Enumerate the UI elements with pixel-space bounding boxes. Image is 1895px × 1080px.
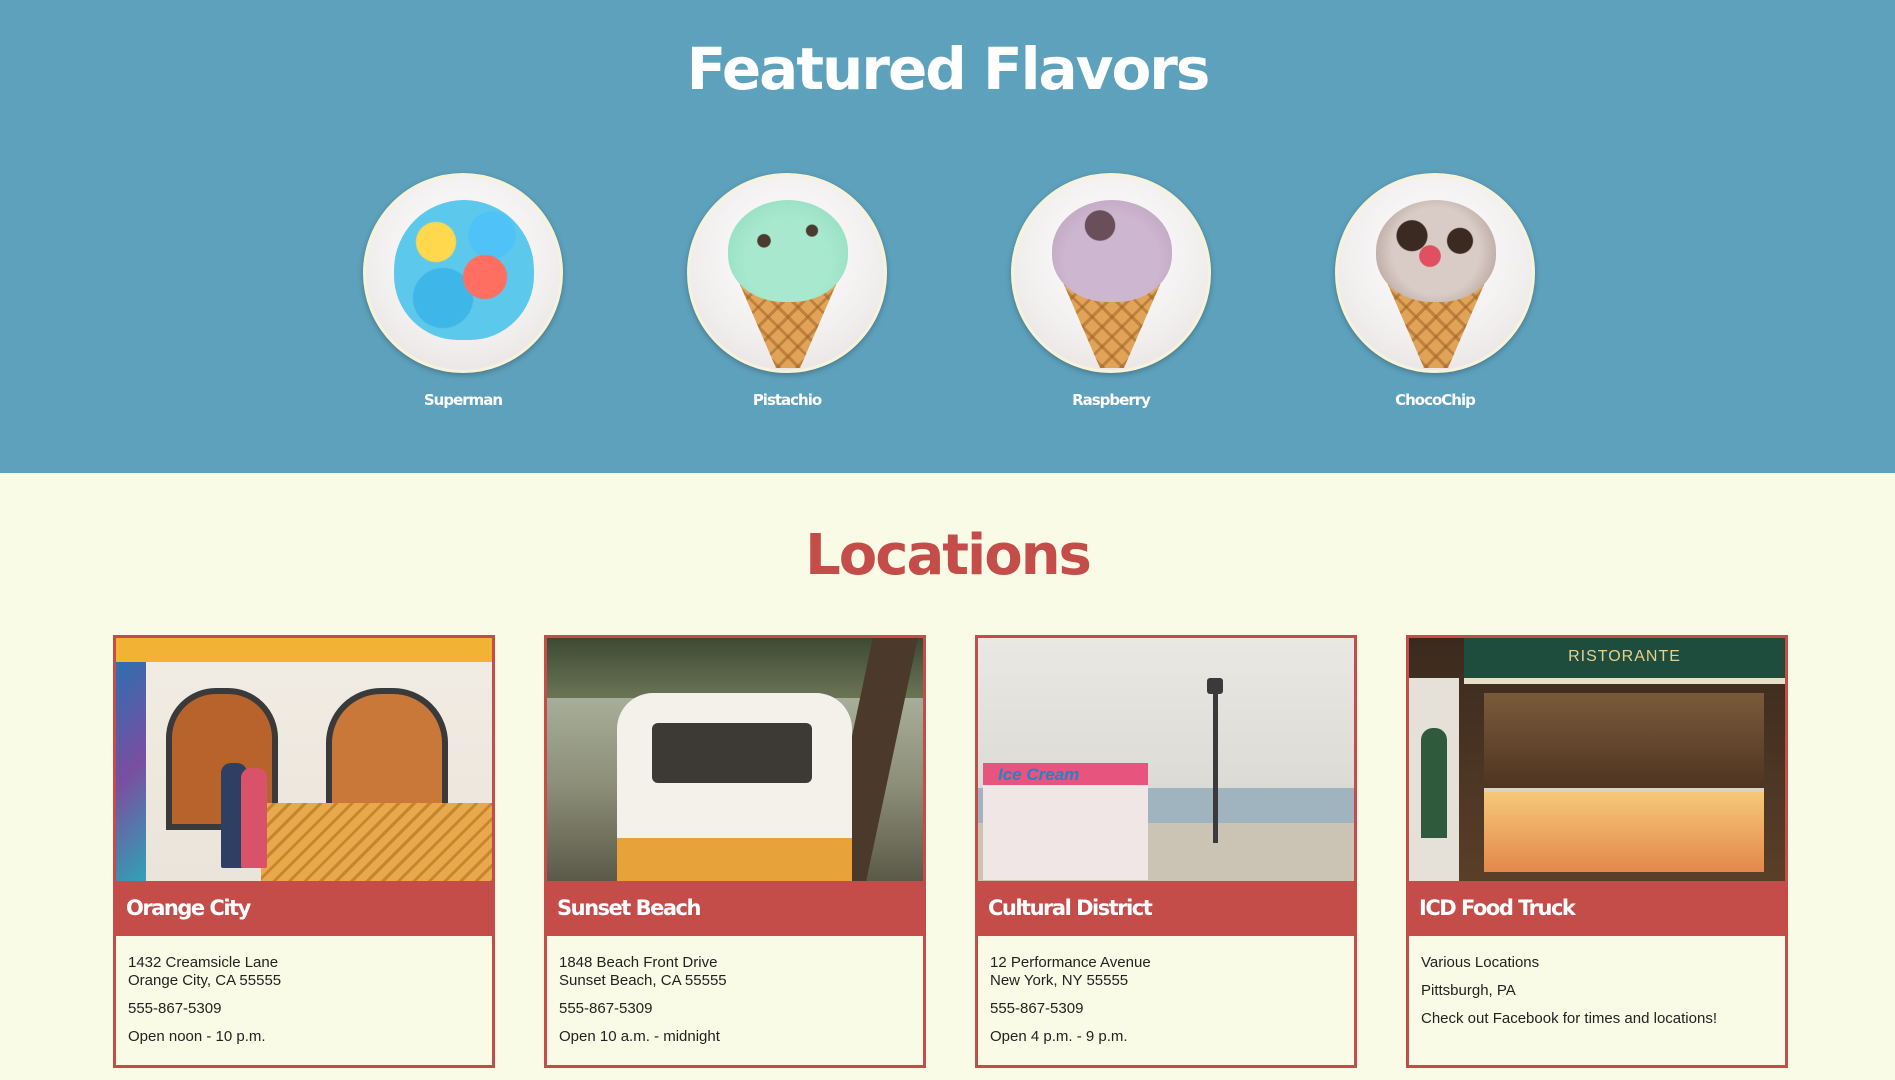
card-header: Orange City (116, 881, 492, 936)
location-card-orange-city[interactable]: Orange City 1432 Creamsicle Lane Orange C… (113, 635, 495, 1068)
flavor-item-superman[interactable]: Superman (363, 173, 563, 409)
orange-city-storefront-photo (116, 638, 492, 881)
raspberry-ice-cream-photo[interactable] (1011, 173, 1211, 373)
location-name: Sunset Beach (557, 896, 701, 920)
location-card-icd-food-truck[interactable]: RISTORANTE ICD Food Truck Various Locati… (1406, 635, 1788, 1068)
cultural-district-boardwalk-photo: Ice Cream (978, 638, 1354, 881)
location-name: Orange City (126, 896, 251, 920)
phone-number[interactable]: 555-867-5309 (559, 1000, 913, 1018)
address-line-2: Sunset Beach, CA 55555 (559, 972, 727, 989)
phone-number[interactable]: 555-867-5309 (128, 1000, 482, 1018)
pistachio-ice-cream-photo[interactable] (687, 173, 887, 373)
featured-flavors-section: Featured Flavors Superman Pistachio Rasp… (0, 0, 1895, 473)
icd-food-truck-ristorante-photo: RISTORANTE (1409, 638, 1785, 881)
location-details: Various Locations Pittsburgh, PA Check o… (1421, 954, 1775, 1038)
flavor-name-raspberry: Raspberry (1072, 391, 1151, 409)
address-line-1: 1848 Beach Front Drive (559, 954, 718, 971)
address-line-1: 12 Performance Avenue (990, 954, 1151, 971)
location-line-2: Pittsburgh, PA (1421, 982, 1516, 999)
phone-number[interactable]: 555-867-5309 (990, 1000, 1344, 1018)
opening-hours: Open 4 p.m. - 9 p.m. (990, 1028, 1128, 1045)
location-details: 12 Performance Avenue New York, NY 55555 … (990, 954, 1344, 1056)
flavor-name-superman: Superman (423, 391, 503, 409)
featured-flavors-title: Featured Flavors (686, 35, 1211, 103)
location-name: ICD Food Truck (1419, 896, 1576, 920)
flavor-item-pistachio[interactable]: Pistachio (687, 173, 887, 409)
sunset-beach-ice-cream-trailer-photo (547, 638, 923, 881)
location-details: 1432 Creamsicle Lane Orange City, CA 5555… (128, 954, 482, 1056)
ice-cream-sign-text: Ice Cream (998, 765, 1080, 784)
flavor-name-chocochip: ChocoChip (1395, 391, 1476, 409)
locations-title: Locations (805, 523, 1092, 588)
card-header: Sunset Beach (547, 881, 923, 936)
address-line-1: 1432 Creamsicle Lane (128, 954, 279, 971)
opening-hours: Open noon - 10 p.m. (128, 1028, 266, 1045)
chocochip-ice-cream-photo[interactable] (1335, 173, 1535, 373)
location-line-3: Check out Facebook for times and locatio… (1421, 1010, 1717, 1027)
location-card-cultural-district[interactable]: Ice Cream Cultural District 12 Performan… (975, 635, 1357, 1068)
superman-ice-cream-photo[interactable] (363, 173, 563, 373)
address-line-2: New York, NY 55555 (990, 972, 1129, 989)
address-line-2: Orange City, CA 55555 (128, 972, 282, 989)
location-line-1: Various Locations (1421, 954, 1540, 971)
flavor-name-pistachio: Pistachio (752, 391, 822, 409)
card-header: ICD Food Truck (1409, 881, 1785, 936)
location-name: Cultural District (988, 896, 1153, 920)
card-header: Cultural District (978, 881, 1354, 936)
flavor-item-chocochip[interactable]: ChocoChip (1335, 173, 1535, 409)
location-details: 1848 Beach Front Drive Sunset Beach, CA 5… (559, 954, 913, 1056)
location-card-sunset-beach[interactable]: Sunset Beach 1848 Beach Front Drive Sunse… (544, 635, 926, 1068)
flavor-item-raspberry[interactable]: Raspberry (1011, 173, 1211, 409)
ristorante-sign-text: RISTORANTE (1568, 648, 1681, 665)
opening-hours: Open 10 a.m. - midnight (559, 1028, 720, 1045)
